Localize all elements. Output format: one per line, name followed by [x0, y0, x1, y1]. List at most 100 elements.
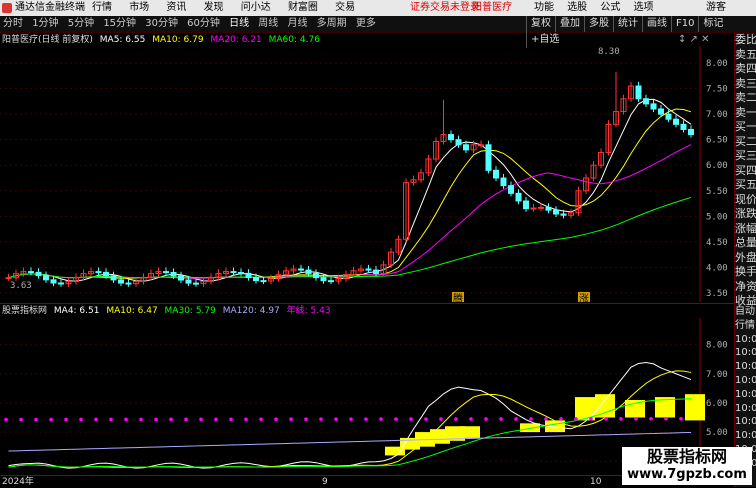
candle-body — [680, 123, 687, 130]
tf-15min[interactable]: 15分钟 — [100, 16, 139, 32]
tf-monthly[interactable]: 月线 — [284, 16, 310, 32]
candle-body — [328, 280, 334, 283]
tick-label: 自动 — [735, 306, 755, 317]
candle-body — [373, 269, 379, 275]
sub-y-tick: 6.00 — [706, 399, 728, 409]
quote-label: 买二 — [735, 134, 756, 148]
btn-multi-stock[interactable]: 多股 — [584, 16, 613, 32]
menu-select[interactable]: 选股 — [567, 2, 587, 13]
menu-news[interactable]: 资讯 — [166, 2, 186, 13]
tf-60min[interactable]: 60分钟 — [184, 16, 223, 32]
yearline-dot — [364, 417, 368, 421]
stock-link[interactable]: 阳普医疗 — [472, 0, 512, 16]
yearline-dot — [94, 417, 98, 422]
main-y-tick: 5.50 — [706, 187, 728, 197]
candle-body — [313, 272, 319, 279]
yearline-dot — [259, 417, 263, 422]
menu-options[interactable]: 选项 — [634, 2, 654, 13]
yearline-dot — [4, 417, 8, 422]
tick-label: 10:00 — [735, 333, 756, 345]
panel-arrows-icon[interactable]: ↕ ↗ ✕ — [678, 34, 710, 45]
quote-label: 换手 — [735, 265, 756, 278]
candle-body — [553, 209, 559, 215]
candle-body — [545, 206, 552, 211]
ma10-line — [8, 108, 692, 279]
sub-ma10-label: MA10: 6.47 — [106, 306, 158, 316]
tf-more[interactable]: 更多 — [353, 16, 379, 32]
tf-timeshare[interactable]: 分时 — [0, 16, 26, 32]
candle-body — [658, 108, 664, 115]
candle-body — [193, 282, 199, 285]
signal-block — [685, 394, 705, 421]
guest-label[interactable]: 游客 — [706, 0, 726, 16]
quote-label: 卖四 — [735, 62, 756, 75]
quote-label: 涨幅 — [735, 221, 756, 235]
chart-tools: 复权 叠加 多股 统计 画线 F10 标记+自选 — [526, 16, 756, 48]
x-label-oct: 10 — [590, 477, 602, 487]
sub-legend: 股票指标网 MA4: 6.51 MA10: 6.47 MA30: 5.79 MA… — [2, 305, 331, 317]
tf-1min[interactable]: 1分钟 — [29, 16, 61, 32]
watermark-title: 股票指标网 — [646, 447, 727, 466]
candle-body — [560, 213, 567, 216]
yearline-dot — [604, 417, 608, 421]
menu-discover[interactable]: 发现 — [204, 2, 224, 13]
candle-body — [643, 98, 649, 105]
yearline-dot — [589, 417, 593, 421]
btn-adjust[interactable]: 复权 — [526, 16, 555, 32]
sub-ma30-label: MA30: 5.79 — [164, 306, 216, 316]
main-grid — [0, 46, 701, 302]
site-watermark: 股票指标网 www.7gpzb.com — [622, 447, 752, 485]
main-y-tick: 6.00 — [706, 161, 728, 171]
candle-body — [118, 279, 124, 284]
candle-body — [103, 271, 109, 277]
menu-trade[interactable]: 交易 — [335, 2, 355, 13]
candle-body — [500, 177, 507, 187]
candle-body — [305, 269, 312, 274]
tf-30min[interactable]: 30分钟 — [142, 16, 181, 32]
login-notice[interactable]: 证券交易未登录 — [410, 0, 480, 16]
yearline-dot — [229, 417, 233, 422]
high-price-label: 8.30 — [598, 47, 620, 57]
candle-body — [688, 128, 694, 136]
tf-multi[interactable]: 多周期 — [314, 16, 350, 32]
yearline-dot — [79, 417, 83, 422]
candle-body — [95, 271, 102, 274]
menu-ask[interactable]: 问小达 — [241, 2, 271, 13]
candle-body — [530, 207, 537, 210]
btn-f10[interactable]: F10 — [671, 16, 698, 32]
main-y-tick: 6.50 — [706, 136, 728, 146]
yearline-dot — [619, 417, 623, 421]
tf-daily[interactable]: 日线 — [226, 16, 252, 32]
yearline-dot — [679, 416, 683, 421]
yearline-dot — [124, 417, 128, 422]
ma20-label: MA20: 6.21 — [210, 35, 262, 45]
title-bar: 通达信金融终端 行情 市场 资讯 发现 问小达 财富圈 交易 证券交易未登录 阳… — [0, 0, 756, 16]
btn-stats[interactable]: 统计 — [613, 16, 642, 32]
tf-5min[interactable]: 5分钟 — [65, 16, 97, 32]
menu-formula[interactable]: 公式 — [600, 2, 620, 13]
main-y-tick: 7.50 — [706, 85, 728, 95]
menu-quotes[interactable]: 行情 — [92, 2, 112, 13]
candle-body — [478, 144, 484, 147]
yearline-dot — [484, 417, 488, 421]
quote-side-panel: 委比 卖五 卖四 卖三 卖二 卖一 买一 买二 买三 买四 买五 现价 涨跌 涨幅 总量 外盘 换手 净资 收益 自… — [734, 33, 756, 487]
btn-draw[interactable]: 画线 — [642, 16, 671, 32]
ma60-label: MA60: 4.76 — [268, 35, 320, 45]
quote-label: 买一 — [735, 120, 756, 133]
panel-divider — [0, 303, 734, 304]
candle-body — [493, 169, 499, 179]
tick-label: 10:00 — [735, 361, 756, 373]
yearline-dot — [409, 417, 413, 421]
tf-weekly[interactable]: 周线 — [255, 16, 281, 32]
main-candlestick-chart[interactable]: 8.00 7.50 7.00 6.50 6.00 5.50 5.00 4.50 4.00 3.50… — [0, 46, 734, 302]
menu-function[interactable]: 功能 — [534, 2, 554, 13]
yearline-dot — [454, 417, 458, 421]
btn-mark[interactable]: 标记 — [698, 16, 727, 32]
menu-wealth[interactable]: 财富圈 — [288, 2, 318, 13]
yearline-dot — [154, 417, 158, 422]
quote-label: 涨跌 — [735, 207, 756, 220]
menu-market[interactable]: 市场 — [129, 2, 149, 13]
tick-label: 10:00 — [735, 416, 756, 428]
quote-label: 现价 — [735, 192, 756, 206]
btn-overlay[interactable]: 叠加 — [555, 16, 584, 32]
